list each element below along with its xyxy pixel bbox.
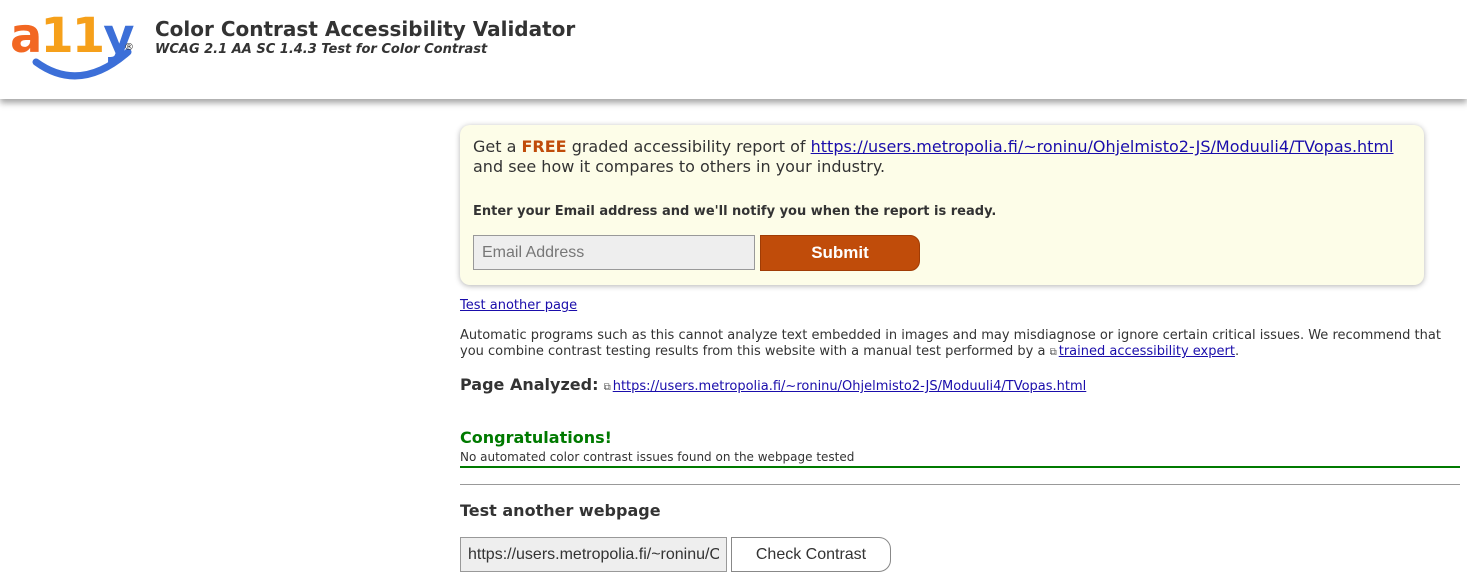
result-message: No automated color contrast issues found… <box>460 450 855 464</box>
email-input[interactable] <box>473 235 755 270</box>
logo-text: a11y <box>10 8 135 64</box>
promo-url-link[interactable]: https://users.metropolia.fi/~roninu/Ohje… <box>811 137 1394 156</box>
external-link-icon: ⧉ <box>1049 347 1057 358</box>
promo-prefix: Get a <box>473 137 522 156</box>
url-input[interactable] <box>460 537 727 572</box>
page-analyzed: Page Analyzed: ⧉ https://users.metropolia… <box>460 375 1086 394</box>
promo-notify-text: Enter your Email address and we'll notif… <box>473 204 997 219</box>
disclaimer-end: . <box>1234 344 1240 359</box>
site-header: a11y ® Color Contrast Accessibility Vali… <box>0 0 1467 99</box>
section-divider <box>460 484 1460 485</box>
logo-letters: a11y <box>10 8 135 64</box>
submit-button[interactable]: Submit <box>760 235 920 271</box>
a11y-logo[interactable]: a11y ® <box>10 8 140 88</box>
disclaimer-body: Automatic programs such as this cannot a… <box>460 328 1441 359</box>
test-another-page-link[interactable]: Test another page <box>460 298 577 313</box>
test-webpage-title: Test another webpage <box>460 501 661 520</box>
registered-mark: ® <box>124 42 134 53</box>
trained-expert-link[interactable]: trained accessibility expert <box>1059 344 1235 359</box>
disclaimer-text: Automatic programs such as this cannot a… <box>460 328 1450 361</box>
promo-middle: graded accessibility report of <box>566 137 811 156</box>
result-title: Congratulations! <box>460 428 612 447</box>
result-divider <box>460 466 1460 468</box>
check-contrast-button[interactable]: Check Contrast <box>731 537 891 572</box>
promo-suffix: and see how it compares to others in you… <box>473 157 886 176</box>
free-report-panel: Get a FREE graded accessibility report o… <box>460 125 1424 285</box>
external-link-icon: ⧉ <box>603 382 611 393</box>
app-subtitle: WCAG 2.1 AA SC 1.4.3 Test for Color Cont… <box>155 42 488 57</box>
promo-free: FREE <box>521 137 567 156</box>
page-analyzed-label: Page Analyzed: <box>460 375 599 394</box>
page-analyzed-url-link[interactable]: https://users.metropolia.fi/~roninu/Ohje… <box>613 379 1087 394</box>
promo-text: Get a FREE graded accessibility report o… <box>473 137 1418 177</box>
app-title: Color Contrast Accessibility Validator <box>155 17 576 41</box>
